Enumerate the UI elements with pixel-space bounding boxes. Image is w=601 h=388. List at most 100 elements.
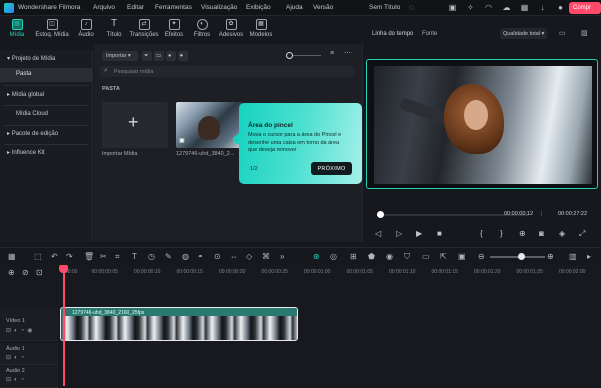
- menu-exibicao[interactable]: Exibição: [246, 4, 271, 11]
- filter-lines-icon[interactable]: ≡: [330, 50, 334, 57]
- microphone-record-icon[interactable]: ◉: [386, 252, 393, 261]
- record-icon[interactable]: ⏺: [178, 51, 188, 61]
- progress-knob[interactable]: [377, 211, 385, 218]
- buy-button[interactable]: Compr: [569, 2, 601, 14]
- color-icon[interactable]: ◍: [182, 252, 189, 261]
- tab-timeline[interactable]: Linha do tempo: [372, 31, 413, 37]
- tool-templates[interactable]: ▦ Modelos: [248, 19, 274, 43]
- undo-icon[interactable]: ↶: [51, 252, 58, 261]
- mark-out-icon[interactable]: }: [500, 229, 503, 238]
- headset-icon[interactable]: ◠: [484, 3, 493, 12]
- ai-cut-icon[interactable]: ✎: [165, 252, 172, 261]
- speed-icon[interactable]: ◷: [148, 252, 155, 261]
- keyframe-icon[interactable]: ◇: [246, 252, 252, 261]
- play-icon[interactable]: ▶: [416, 229, 422, 238]
- snap-icon[interactable]: ⊞: [350, 252, 357, 261]
- menu-ajuda[interactable]: Ajuda: [286, 4, 303, 11]
- image-icon[interactable]: ▨: [581, 29, 588, 37]
- microphone-icon[interactable]: ●: [166, 51, 176, 61]
- more-icon[interactable]: ⋯: [344, 49, 351, 57]
- video-preview[interactable]: [366, 59, 598, 189]
- lightbulb-icon[interactable]: ✧: [466, 3, 475, 12]
- camera-icon[interactable]: ◙: [539, 229, 544, 238]
- tab-source[interactable]: Fonte: [422, 31, 437, 37]
- export-icon[interactable]: ⇱: [440, 252, 447, 261]
- folder-icon[interactable]: ▭: [154, 51, 164, 61]
- stop-icon[interactable]: ■: [437, 229, 442, 238]
- tool-transitions[interactable]: ⇄ Transições: [128, 19, 160, 43]
- zoom-in-icon[interactable]: ⊕: [547, 252, 554, 261]
- link-icon[interactable]: ⊘: [22, 268, 29, 277]
- menu-arquivo[interactable]: Arquivo: [93, 4, 115, 11]
- stabilize-icon[interactable]: ⊙: [214, 252, 221, 261]
- download-icon[interactable]: ↓: [538, 3, 547, 12]
- prev-frame-icon[interactable]: ◁: [375, 229, 381, 238]
- thumbnail-size-slider[interactable]: [286, 52, 321, 59]
- timeline-ruler[interactable]: ⊕ ⊘ ⊡ 00:00 00:00:00:05 00:00:00:10 00:00:0…: [0, 265, 601, 279]
- mark-in-icon[interactable]: {: [480, 229, 483, 238]
- sidebar-item-influence-kit[interactable]: ▸ Influence Kit: [0, 146, 93, 160]
- volume-icon[interactable]: ◈: [559, 229, 565, 238]
- snapshot-icon[interactable]: ▭: [559, 29, 566, 37]
- zoom-icon[interactable]: ⊕: [519, 229, 526, 238]
- audio-stretch-icon[interactable]: ⇔: [230, 252, 238, 261]
- tool-audio[interactable]: ♪ Áudio: [75, 19, 97, 43]
- track-controls-icons[interactable]: ⊟◐◔: [6, 354, 27, 361]
- playhead-handle[interactable]: [59, 265, 68, 273]
- avatar-icon[interactable]: ●: [556, 3, 565, 12]
- add-track-icon[interactable]: ⊕: [8, 268, 15, 277]
- expand-icon[interactable]: ▸: [587, 252, 591, 261]
- sidebar-item-folder[interactable]: Pasta: [0, 68, 93, 82]
- marker-icon[interactable]: ⬟: [368, 252, 375, 261]
- tool-stickers[interactable]: ✿ Adesivos: [216, 19, 246, 43]
- menu-editar[interactable]: Editar: [127, 4, 144, 11]
- timeline-playhead[interactable]: [59, 265, 68, 386]
- track-controls-icons[interactable]: ⊟◐◔◉: [6, 327, 36, 334]
- tool-effects[interactable]: ✦ Efeitos: [162, 19, 186, 43]
- tool-filters[interactable]: ◐ Filtros: [190, 19, 214, 43]
- gift-icon[interactable]: ▣: [448, 3, 457, 12]
- track-controls-icons[interactable]: ⊟◐◔: [6, 376, 27, 383]
- grid-icon[interactable]: ▦: [520, 3, 529, 12]
- cloud-save-icon[interactable]: ◌: [407, 3, 416, 12]
- text-icon[interactable]: T: [132, 252, 137, 261]
- ai-tools-icon[interactable]: ⊛: [313, 252, 320, 261]
- motion-icon[interactable]: ⌘: [262, 252, 270, 261]
- import-button[interactable]: Importar ▾: [102, 51, 138, 61]
- delete-icon[interactable]: 🗑: [84, 252, 94, 261]
- menu-versao[interactable]: Versão: [313, 4, 333, 11]
- pip-icon[interactable]: ▣: [458, 252, 466, 261]
- menu-ferramentas[interactable]: Ferramentas: [155, 4, 192, 11]
- cloud-icon[interactable]: ☁: [502, 3, 511, 12]
- more-tools-icon[interactable]: »: [280, 252, 284, 261]
- zoom-out-icon[interactable]: ⊖: [478, 252, 485, 261]
- menu-visualizacao[interactable]: Visualização: [201, 4, 237, 11]
- subtitle-icon[interactable]: ▭: [422, 252, 430, 261]
- import-media-tile[interactable]: +: [102, 102, 168, 148]
- next-button[interactable]: PRÓXIMO: [311, 162, 352, 175]
- sidebar-item-edit-pack[interactable]: ▸ Pacote de edição: [0, 127, 93, 141]
- tool-title[interactable]: T Título: [103, 19, 125, 43]
- sidebar-item-global-media[interactable]: ▸ Mídia global: [0, 88, 93, 102]
- redo-icon[interactable]: ↷: [66, 252, 73, 261]
- filter-icon[interactable]: ⏷: [142, 51, 152, 61]
- crop-icon[interactable]: ⌗: [115, 252, 120, 261]
- sidebar-item-project-media[interactable]: ▾ Projeto de Mídia: [0, 52, 93, 66]
- magnet-icon[interactable]: ⊡: [36, 268, 43, 277]
- shield-icon[interactable]: ⛉: [404, 252, 410, 261]
- video-clip[interactable]: 1279746-uhd_3840_2160_25fps: [60, 307, 298, 341]
- select-icon[interactable]: ⬚: [34, 252, 42, 261]
- zoom-knob[interactable]: [518, 253, 525, 260]
- search-input[interactable]: ⌕ Pesquisar mídia: [100, 66, 354, 77]
- grid-view-icon[interactable]: ▥: [569, 252, 577, 261]
- split-icon[interactable]: ✂: [100, 252, 107, 261]
- media-clip-thumbnail[interactable]: ▣ ✓: [176, 102, 242, 148]
- render-icon[interactable]: ◎: [330, 252, 337, 261]
- quality-select[interactable]: Qualidade total ▾: [500, 28, 547, 39]
- layout-icon[interactable]: ▦: [8, 252, 16, 261]
- fullscreen-icon[interactable]: ⤢: [579, 229, 585, 238]
- tool-stock-media[interactable]: ◫ Estoq. Mídia: [32, 19, 72, 43]
- slider-knob[interactable]: [286, 52, 293, 59]
- tool-media[interactable]: ▤ Mídia: [5, 19, 29, 43]
- timeline-zoom-slider[interactable]: [490, 253, 545, 260]
